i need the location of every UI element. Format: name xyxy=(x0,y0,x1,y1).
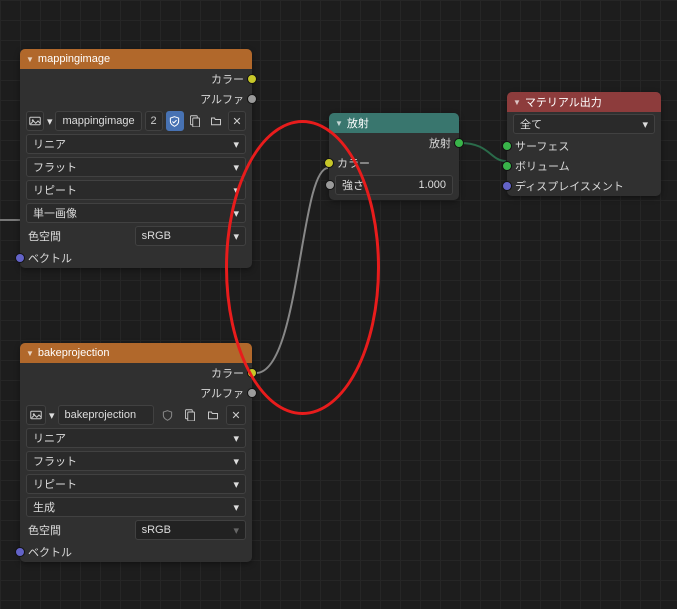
color-label: カラー xyxy=(337,155,370,171)
output-color-row: カラー xyxy=(20,363,252,383)
socket-surface-in[interactable] xyxy=(502,141,512,151)
source-select[interactable]: 生成 ▾ xyxy=(26,497,246,517)
volume-input-row: ボリューム xyxy=(507,156,661,176)
fake-user-toggle[interactable] xyxy=(166,111,184,131)
socket-color-out[interactable] xyxy=(247,74,257,84)
new-image-button[interactable] xyxy=(187,111,205,131)
strength-value: 1.000 xyxy=(418,179,446,191)
socket-vector-in[interactable] xyxy=(15,547,25,557)
node-material-output[interactable]: マテリアル出力 全て ▾ サーフェス ボリューム ディスプレイスメント xyxy=(507,92,661,196)
socket-color-out[interactable] xyxy=(247,368,257,378)
socket-alpha-out[interactable] xyxy=(247,388,257,398)
strength-field[interactable]: 強さ 1.000 xyxy=(335,175,453,195)
vector-label: ベクトル xyxy=(28,544,72,560)
interpolation-select[interactable]: リニア ▾ xyxy=(26,134,246,154)
colorspace-row: 色空間 sRGB ▾ xyxy=(26,226,246,246)
chevron-down-icon: ▾ xyxy=(233,432,239,445)
output-color-label: カラー xyxy=(211,71,244,87)
socket-vector-in[interactable] xyxy=(15,253,25,263)
strength-label: 強さ xyxy=(342,177,364,193)
node-header[interactable]: bakeprojection xyxy=(20,343,252,363)
colorspace-select[interactable]: sRGB ▾ xyxy=(135,226,246,246)
socket-displacement-in[interactable] xyxy=(502,181,512,191)
output-alpha-label: アルファ xyxy=(200,385,244,401)
target-select[interactable]: 全て ▾ xyxy=(513,114,655,134)
open-image-button[interactable] xyxy=(203,405,223,425)
unlink-button[interactable]: ✕ xyxy=(226,405,246,425)
displacement-input-row: ディスプレイスメント xyxy=(507,176,661,196)
chevron-down-icon: ▾ xyxy=(233,184,239,197)
node-emission[interactable]: 放射 放射 カラー 強さ 1.000 xyxy=(329,113,459,200)
vector-label: ベクトル xyxy=(28,250,72,266)
chevron-down-icon: ▾ xyxy=(642,118,648,131)
output-alpha-row: アルファ xyxy=(20,89,252,109)
socket-emission-out[interactable] xyxy=(454,138,464,148)
volume-label: ボリューム xyxy=(515,158,570,174)
colorspace-select: sRGB ▾ xyxy=(135,520,246,540)
open-image-button[interactable] xyxy=(207,111,225,131)
chevron-down-icon: ▾ xyxy=(233,501,239,514)
image-browse-icon[interactable] xyxy=(26,405,46,425)
socket-strength-in[interactable] xyxy=(325,180,335,190)
new-image-button[interactable] xyxy=(180,405,200,425)
image-browse-icon[interactable] xyxy=(26,111,44,131)
interpolation-select[interactable]: リニア ▾ xyxy=(26,428,246,448)
output-color-label: カラー xyxy=(211,365,244,381)
node-title: マテリアル出力 xyxy=(525,94,602,110)
chevron-down-icon: ▾ xyxy=(233,455,239,468)
node-mappingimage[interactable]: mappingimage カラー アルファ ▾ mappingimage 2 ✕… xyxy=(20,49,252,268)
chevron-down-icon: ▾ xyxy=(233,230,239,243)
image-datablock-row: ▾ mappingimage 2 ✕ xyxy=(26,111,246,131)
displacement-label: ディスプレイスメント xyxy=(515,178,624,194)
unlink-button[interactable]: ✕ xyxy=(228,111,246,131)
socket-color-in[interactable] xyxy=(324,158,334,168)
color-input-row: カラー xyxy=(329,153,459,173)
surface-input-row: サーフェス xyxy=(507,136,661,156)
output-alpha-row: アルファ xyxy=(20,383,252,403)
node-title: bakeprojection xyxy=(38,347,110,359)
extension-select[interactable]: リピート ▾ xyxy=(26,474,246,494)
image-name-field[interactable]: bakeprojection xyxy=(58,405,154,425)
node-title: 放射 xyxy=(347,115,369,131)
projection-select[interactable]: フラット ▾ xyxy=(26,157,246,177)
chevron-down-icon: ▾ xyxy=(233,138,239,151)
node-header[interactable]: マテリアル出力 xyxy=(507,92,661,112)
node-title: mappingimage xyxy=(38,53,110,65)
extension-select[interactable]: リピート ▾ xyxy=(26,180,246,200)
vector-input-row: ベクトル xyxy=(20,542,252,562)
node-header[interactable]: mappingimage xyxy=(20,49,252,69)
colorspace-row: 色空間 sRGB ▾ xyxy=(26,520,246,540)
node-header[interactable]: 放射 xyxy=(329,113,459,133)
output-color-row: カラー xyxy=(20,69,252,89)
chevron-down-icon[interactable]: ▾ xyxy=(47,111,53,131)
source-select[interactable]: 単一画像 ▾ xyxy=(26,203,246,223)
fake-user-toggle[interactable] xyxy=(157,405,177,425)
users-count[interactable]: 2 xyxy=(145,111,163,131)
projection-select[interactable]: フラット ▾ xyxy=(26,451,246,471)
vector-input-row: ベクトル xyxy=(20,248,252,268)
output-emission-row: 放射 xyxy=(329,133,459,153)
image-name-field[interactable]: mappingimage xyxy=(55,111,141,131)
colorspace-label: 色空間 xyxy=(28,228,61,244)
socket-alpha-out[interactable] xyxy=(247,94,257,104)
socket-volume-in[interactable] xyxy=(502,161,512,171)
chevron-down-icon: ▾ xyxy=(233,524,239,537)
output-alpha-label: アルファ xyxy=(200,91,244,107)
surface-label: サーフェス xyxy=(515,138,569,154)
node-bakeprojection[interactable]: bakeprojection カラー アルファ ▾ bakeprojection… xyxy=(20,343,252,562)
colorspace-label: 色空間 xyxy=(28,522,61,538)
chevron-down-icon: ▾ xyxy=(233,161,239,174)
output-emission-label: 放射 xyxy=(429,135,451,151)
chevron-down-icon: ▾ xyxy=(233,478,239,491)
chevron-down-icon: ▾ xyxy=(233,207,239,220)
chevron-down-icon[interactable]: ▾ xyxy=(49,405,55,425)
image-datablock-row: ▾ bakeprojection ✕ xyxy=(26,405,246,425)
